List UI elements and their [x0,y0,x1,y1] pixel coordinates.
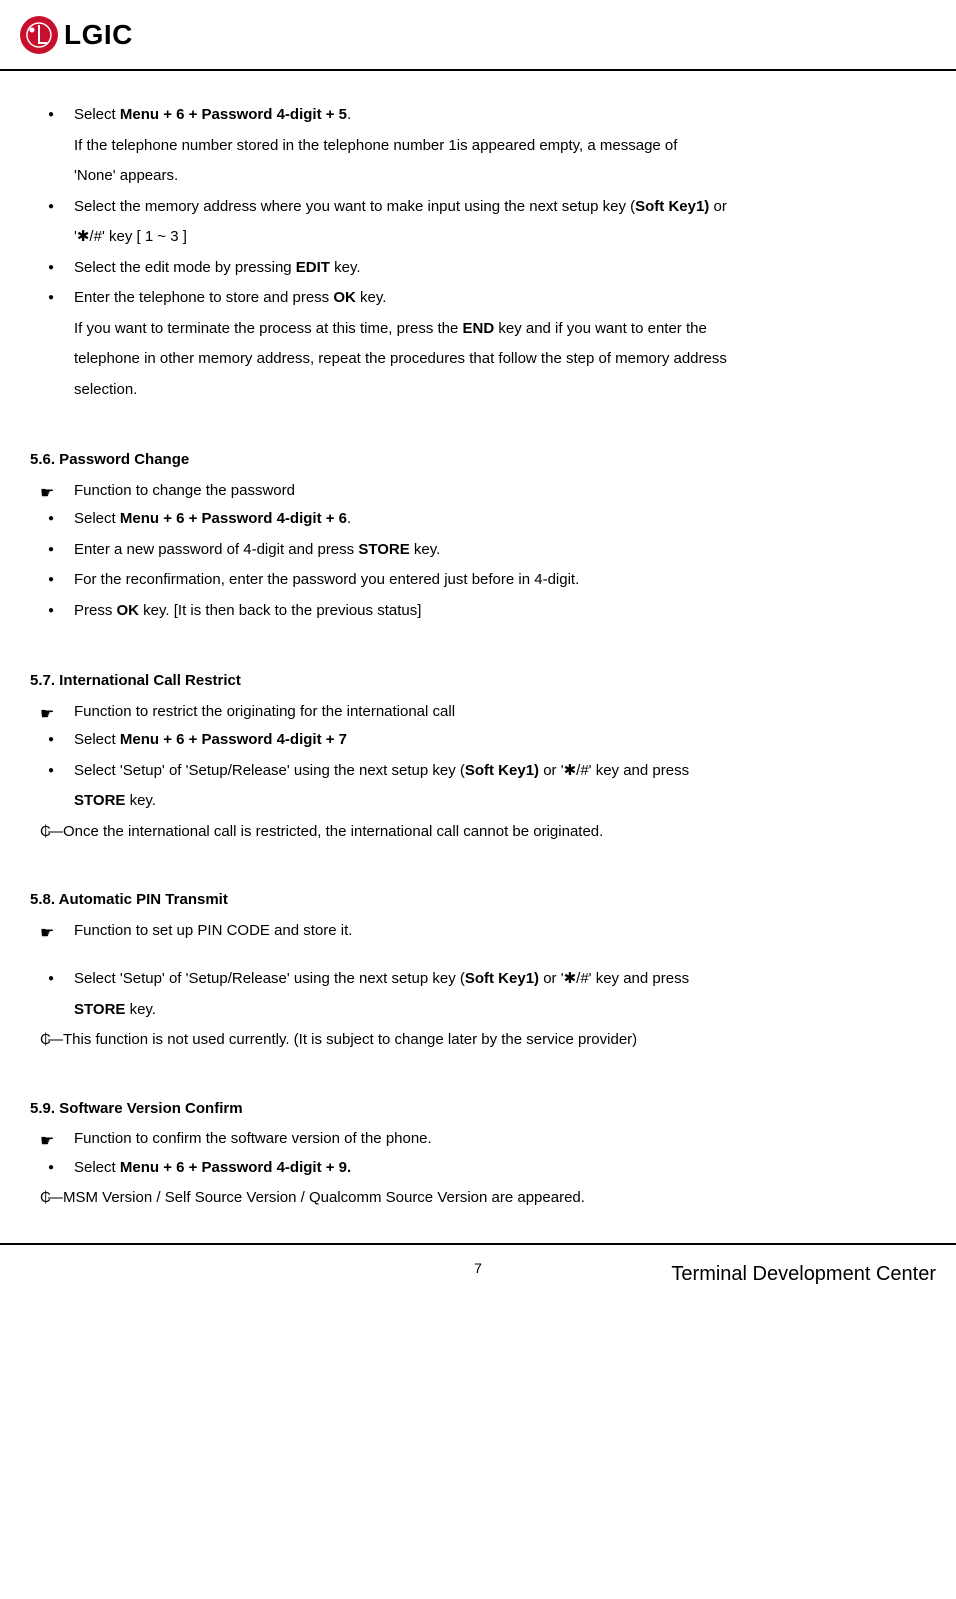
pointer-row: ☛ Function to confirm the software versi… [30,1125,936,1154]
bold-text: Soft Key1) [465,762,539,779]
list-item: Select 'Setup' of 'Setup/Release' using … [30,757,936,786]
text: or '✱/#' key and press [539,762,689,779]
text: Select [74,106,120,123]
bold-text: Menu + 6 + Password 4-digit + 6 [120,510,347,527]
text: or '✱/#' key and press [539,970,689,987]
list-item: For the reconfirmation, enter the passwo… [30,566,936,595]
list-item-cont: telephone in other memory address, repea… [30,345,936,374]
pointer-row: ☛ Function to restrict the originating f… [30,698,936,727]
list-item-cont: 'None' appears. [30,162,936,191]
section-5-8-heading: 5.8. Automatic PIN Transmit [30,886,936,915]
note-symbol-icon: ₵ [40,1184,51,1213]
text: Select 'Setup' of 'Setup/Release' using … [74,970,465,987]
text: Select [74,1159,120,1176]
text: key. [125,792,156,809]
list-item: Select the edit mode by pressing EDIT ke… [30,254,936,283]
text: For the reconfirmation, enter the passwo… [74,571,579,588]
list-item: Enter the telephone to store and press O… [30,284,936,313]
bold-text: EDIT [296,259,330,276]
pointer-row: ☛ Function to change the password [30,477,936,506]
text: If the telephone number stored in the te… [74,137,677,154]
text: Press [74,602,117,619]
text: Enter a new password of 4-digit and pres… [74,541,358,558]
note-symbol-icon: ₵ [40,1026,51,1055]
pointer-icon: ☛ [40,919,54,949]
list-item-cont: selection. [30,376,936,405]
note-symbol-icon: ₵ [40,818,51,847]
section-5-6-list: Select Menu + 6 + Password 4-digit + 6. … [30,505,936,625]
text: key. [356,289,387,306]
page-number: 7 [325,1255,630,1282]
list-item-cont: STORE key. [30,996,936,1025]
text: Function to restrict the originating for… [74,703,455,720]
list-item: Select 'Setup' of 'Setup/Release' using … [30,965,936,994]
section-5-9-heading: 5.9. Software Version Confirm [30,1095,936,1124]
document-content: Select Menu + 6 + Password 4-digit + 5. … [0,101,956,1213]
list-item-cont: '✱/#' key [ 1 ~ 3 ] [30,223,936,252]
bold-text: STORE [358,541,409,558]
list-item: Select the memory address where you want… [30,193,936,222]
text: selection. [74,381,137,398]
list-item-cont: If you want to terminate the process at … [30,315,936,344]
bold-text: Menu + 6 + Password 4-digit + 7 [120,731,347,748]
text: . [347,510,351,527]
bold-text: END [463,320,495,337]
text: If you want to terminate the process at … [74,320,463,337]
section-5-8-list: Select 'Setup' of 'Setup/Release' using … [30,965,936,1024]
bold-text: OK [333,289,356,306]
section-5-6-heading: 5.6. Password Change [30,446,936,475]
text: telephone in other memory address, repea… [74,350,727,367]
section-5-7-list: Select Menu + 6 + Password 4-digit + 7 S… [30,726,936,816]
text: key. [410,541,441,558]
text: or [709,198,727,215]
text: '✱/#' key [ 1 ~ 3 ] [74,228,187,245]
list-item-cont: STORE key. [30,787,936,816]
list-item: Press OK key. [It is then back to the pr… [30,597,936,626]
text: key. [It is then back to the previous st… [139,602,421,619]
bold-text: Menu + 6 + Password 4-digit + 5 [120,106,347,123]
text: . [347,106,351,123]
note-row: ₵ ―This function is not used currently. … [30,1026,936,1055]
logo-text: LGIC [64,8,133,61]
list-item: Select Menu + 6 + Password 4-digit + 6. [30,505,936,534]
text: Select [74,510,120,527]
list-item: Select Menu + 6 + Password 4-digit + 9. [30,1154,936,1183]
note-row: ₵ ―MSM Version / Self Source Version / Q… [30,1184,936,1213]
text: ―This function is not used currently. (I… [48,1031,637,1048]
pointer-row: ☛ Function to set up PIN CODE and store … [30,917,936,946]
text: 'None' appears. [74,167,178,184]
list-item: Select Menu + 6 + Password 4-digit + 5. [30,101,936,130]
page-header: LGIC [0,0,956,71]
text: Select 'Setup' of 'Setup/Release' using … [74,762,465,779]
text: ―MSM Version / Self Source Version / Qua… [48,1189,585,1206]
note-row: ₵ ―Once the international call is restri… [30,818,936,847]
bold-text: Soft Key1) [635,198,709,215]
text: Select the edit mode by pressing [74,259,296,276]
section-5-7-heading: 5.7. International Call Restrict [30,667,936,696]
bold-text: Soft Key1) [465,970,539,987]
text: key and if you want to enter the [494,320,707,337]
section-5-9-list: Select Menu + 6 + Password 4-digit + 9. [30,1154,936,1183]
list-item-cont: If the telephone number stored in the te… [30,132,936,161]
page-footer: 7 Terminal Development Center [0,1243,956,1313]
text: Function to set up PIN CODE and store it… [74,922,352,939]
text: Enter the telephone to store and press [74,289,333,306]
bold-text: OK [117,602,140,619]
lg-logo-icon [20,16,58,54]
bold-text: STORE [74,792,125,809]
list-item: Select Menu + 6 + Password 4-digit + 7 [30,726,936,755]
text: Function to change the password [74,482,295,499]
text: Select the memory address where you want… [74,198,635,215]
bold-text: Menu + 6 + Password 4-digit + 9. [120,1159,351,1176]
text: ―Once the international call is restrict… [48,823,603,840]
list-item: Enter a new password of 4-digit and pres… [30,536,936,565]
text: key. [125,1001,156,1018]
section-5-5-list: Select Menu + 6 + Password 4-digit + 5. … [30,101,936,404]
text: Select [74,731,120,748]
footer-text: Terminal Development Center [631,1255,936,1293]
text: key. [330,259,361,276]
bold-text: STORE [74,1001,125,1018]
text: Function to confirm the software version… [74,1130,432,1147]
